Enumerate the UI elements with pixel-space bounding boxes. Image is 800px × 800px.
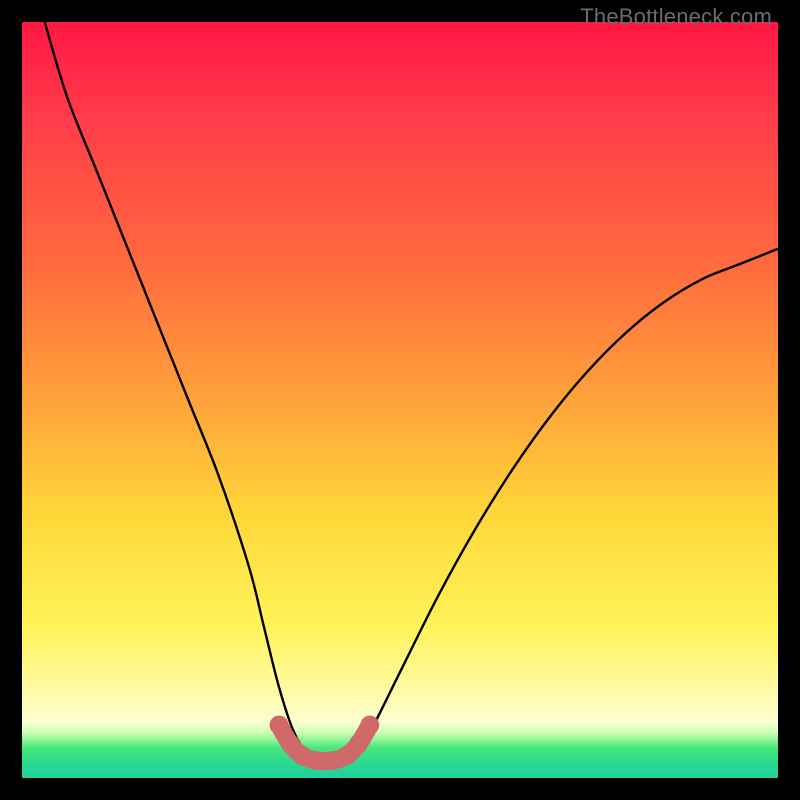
trough-dot — [349, 734, 368, 753]
chart-frame: TheBottleneck.com — [0, 0, 800, 800]
curve-path — [45, 22, 778, 764]
plot-area — [22, 22, 778, 778]
trough-dots — [270, 716, 380, 771]
trough-dot — [270, 716, 289, 735]
watermark-text: TheBottleneck.com — [580, 4, 772, 30]
trough-dot — [360, 716, 379, 735]
bottleneck-curve — [22, 22, 778, 778]
